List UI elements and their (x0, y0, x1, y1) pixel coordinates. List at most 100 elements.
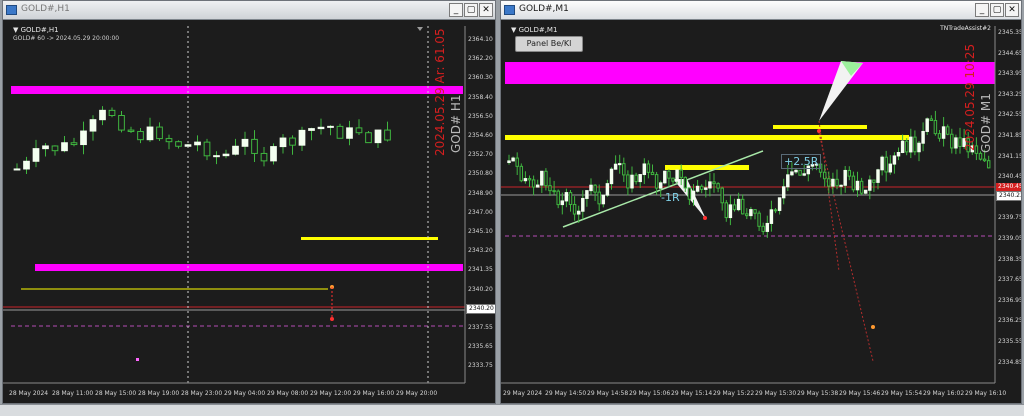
minimize-button[interactable]: _ (449, 3, 463, 17)
price-tick-label: 2358.40 (468, 93, 493, 101)
overlay-date-label: 2024.05.29 Ar: 61.05 (433, 28, 447, 156)
candle-body (851, 175, 856, 191)
window-title: GOLD#,H1 (21, 4, 70, 14)
chart-window-m1[interactable]: GOLD#,M1 _ ▢ ✕ ▼ GOLD#,M1 TNTradeAssist#… (500, 0, 1022, 404)
candle-body (859, 180, 864, 194)
candle-body (507, 160, 511, 163)
candle-body (663, 170, 667, 184)
title-bar[interactable]: GOLD#,M1 _ ▢ ✕ (501, 1, 1021, 20)
time-tick-label: 29 May 15:14 (671, 390, 713, 397)
candle-body (831, 178, 835, 187)
candle-body (597, 191, 601, 205)
chart-window-h1[interactable]: GOLD#,H1 _ ▢ ✕ ▼ GOLD#,H1 GOLD# 60 -> 20… (2, 0, 496, 404)
risk-label: -1R (661, 191, 680, 204)
time-tick-label: 29 May 15:46 (839, 390, 881, 397)
candle-body (355, 127, 363, 134)
candle-body (757, 212, 761, 227)
candle-body (613, 163, 618, 170)
candle-body (146, 126, 154, 141)
candle-body (650, 171, 655, 176)
trade-path (818, 132, 874, 362)
candle-body (872, 179, 876, 183)
candle-body (929, 118, 934, 121)
price-tick-label: 2364.10 (468, 36, 493, 43)
supply-zone (11, 86, 463, 94)
chart-area[interactable]: ▼ GOLD#,H1 GOLD# 60 -> 2024.05.29 20:00:… (3, 21, 495, 403)
time-tick-label: 29 May 08:00 (267, 390, 309, 397)
candle-body (511, 157, 515, 162)
candle-body (728, 204, 733, 219)
close-button[interactable]: ✕ (1005, 3, 1019, 17)
price-tick-label: 2342.55 (998, 111, 1022, 119)
candle-body (327, 125, 334, 128)
candle-body (868, 179, 872, 191)
candle-body (954, 137, 958, 149)
candle-body (847, 169, 852, 177)
candle-body (42, 145, 49, 150)
price-tick-label: 2348.90 (468, 189, 493, 197)
minimize-button[interactable]: _ (975, 3, 989, 17)
candle-body (781, 186, 786, 199)
candle-body (593, 184, 597, 193)
candle-body (950, 133, 954, 149)
price-tick-label: 2335.55 (998, 338, 1022, 345)
candle-body (560, 200, 565, 206)
demand-zone (35, 264, 463, 271)
trade-marker (871, 325, 875, 329)
candle-body (51, 145, 59, 152)
candle-body (605, 183, 610, 196)
time-tick-label: 29 May 20:00 (396, 390, 438, 397)
yellow-level (301, 237, 438, 240)
time-tick-label: 28 May 15:00 (95, 390, 137, 397)
candle-body (589, 184, 593, 192)
candle-body (609, 168, 614, 185)
title-bar[interactable]: GOLD#,H1 _ ▢ ✕ (3, 1, 495, 20)
candle-body (761, 225, 765, 232)
time-tick-label: 29 May 16:10 (965, 390, 1007, 397)
price-tick-label: 2343.95 (998, 70, 1022, 78)
price-tick-label: 2335.65 (468, 343, 493, 351)
price-chart-h1[interactable] (3, 21, 496, 404)
chart-area[interactable]: ▼ GOLD#,M1 TNTradeAssist#2 Panel Be/Kl 2… (501, 21, 1021, 403)
price-tick-label: 2337.55 (468, 324, 493, 331)
time-tick-label: 29 May 15:22 (713, 390, 755, 397)
candle-body (765, 222, 770, 232)
candle-body (89, 119, 97, 132)
price-tick-label: 2336.95 (998, 296, 1022, 304)
trend-line (562, 150, 764, 228)
candle-body (773, 209, 778, 212)
candle-body (175, 141, 182, 147)
candle-body (535, 184, 540, 188)
candle-body (900, 140, 905, 154)
candle-body (108, 109, 116, 117)
candle-body (683, 176, 688, 189)
price-tick-label: 2360.30 (468, 74, 493, 82)
price-tick-label: 2339.75 (998, 214, 1022, 222)
candle-body (99, 109, 106, 121)
close-button[interactable]: ✕ (479, 3, 493, 17)
candle-body (708, 181, 712, 189)
candle-body (384, 129, 391, 141)
time-tick-label: 28 May 23:00 (181, 390, 223, 397)
maximize-button[interactable]: ▢ (990, 3, 1004, 17)
candle-body (679, 169, 683, 178)
panel-be-kl-button[interactable]: Panel Be/Kl (515, 36, 583, 52)
price-tick-label: 2334.85 (998, 358, 1022, 366)
candle-body (568, 192, 573, 205)
time-tick-label: 29 May 12:00 (310, 390, 352, 397)
price-tick-label: 2340.45 (998, 173, 1022, 181)
candle-body (917, 142, 921, 153)
price-chart-m1[interactable] (501, 21, 1022, 404)
candle-body (515, 157, 519, 167)
candle-body (687, 187, 692, 200)
candle-body (888, 163, 893, 173)
maximize-button[interactable]: ▢ (464, 3, 478, 17)
price-tick-label: 2341.15 (998, 152, 1022, 160)
chart-info: GOLD# 60 -> 2024.05.29 20:00:00 (13, 35, 120, 42)
overlay-date-label: 2024.05.29 10:25 (963, 43, 977, 151)
price-tick-label: 2340.20 (468, 285, 493, 293)
bid-price-tag: 2340.23 (996, 191, 1021, 201)
candle-body (720, 187, 724, 204)
candle-body (691, 190, 696, 200)
candle-body (978, 152, 983, 160)
